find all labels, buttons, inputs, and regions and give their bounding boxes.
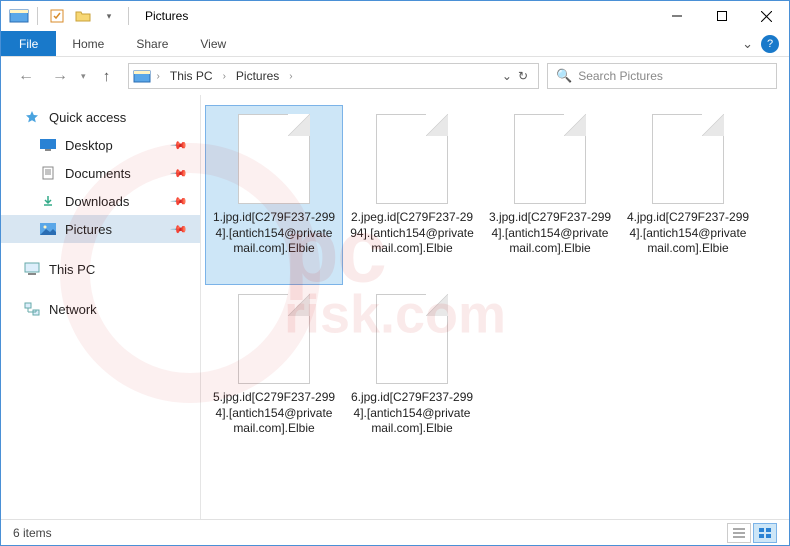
qat-newfolder-button[interactable] [72,5,94,27]
sidebar-item-downloads[interactable]: Downloads 📌 [1,187,200,215]
tab-home[interactable]: Home [56,31,120,56]
tab-share[interactable]: Share [120,31,184,56]
file-item[interactable]: 2.jpeg.id[C279F237-2994].[antich154@priv… [343,105,481,285]
close-button[interactable] [744,1,789,31]
file-icon [238,294,310,384]
app-icon [9,8,29,24]
desktop-icon [39,137,57,153]
file-name: 2.jpeg.id[C279F237-2994].[antich154@priv… [350,210,474,257]
forward-button[interactable]: → [47,63,73,89]
pin-icon: 📌 [170,164,189,183]
pin-icon: 📌 [170,136,189,155]
status-bar: 6 items [1,519,789,545]
sidebar-quick-access[interactable]: Quick access [1,103,200,131]
help-button[interactable]: ? [761,35,779,53]
sidebar-item-label: Network [49,302,97,317]
search-icon: 🔍 [556,68,572,84]
chevron-right-icon[interactable]: › [155,71,162,82]
sidebar-item-label: Quick access [49,110,126,125]
sidebar-network[interactable]: Network [1,295,200,323]
nav-toolbar: ← → ▾ ↑ › This PC › Pictures › ⌄ ↻ 🔍 Sea… [1,57,789,95]
up-button[interactable]: ↑ [94,63,120,89]
file-name: 1.jpg.id[C279F237-2994].[antich154@priva… [212,210,336,257]
chevron-right-icon[interactable]: › [221,71,228,82]
sidebar-item-label: Pictures [65,222,112,237]
breadcrumb-pictures[interactable]: Pictures [232,69,283,83]
network-icon [23,301,41,317]
file-name: 4.jpg.id[C279F237-2994].[antich154@priva… [626,210,750,257]
sidebar-item-label: Desktop [65,138,113,153]
file-icon [376,294,448,384]
file-icon [376,114,448,204]
file-icon [514,114,586,204]
minimize-button[interactable] [654,1,699,31]
sidebar-item-desktop[interactable]: Desktop 📌 [1,131,200,159]
sidebar-item-label: Documents [65,166,131,181]
search-input[interactable]: 🔍 Search Pictures [547,63,777,89]
pin-icon: 📌 [170,220,189,239]
maximize-button[interactable] [699,1,744,31]
computer-icon [23,261,41,277]
explorer-window: ▾ Pictures File Home Share View ⌄ ? ← → … [0,0,790,546]
star-icon [23,109,41,125]
downloads-icon [39,193,57,209]
chevron-right-icon[interactable]: › [287,71,294,82]
history-dropdown[interactable]: ▾ [81,71,86,82]
pictures-icon [39,221,57,237]
details-view-button[interactable] [727,523,751,543]
sidebar-item-label: Downloads [65,194,129,209]
tab-view[interactable]: View [184,31,242,56]
address-dropdown-icon[interactable]: ⌄ [502,69,512,83]
file-item[interactable]: 6.jpg.id[C279F237-2994].[antich154@priva… [343,285,481,465]
location-icon [133,69,151,83]
file-item[interactable]: 3.jpg.id[C279F237-2994].[antich154@priva… [481,105,619,285]
breadcrumb-thispc[interactable]: This PC [166,69,217,83]
back-button[interactable]: ← [13,63,39,89]
item-count: 6 items [13,526,52,540]
titlebar: ▾ Pictures [1,1,789,31]
sidebar-this-pc[interactable]: This PC [1,255,200,283]
search-placeholder: Search Pictures [578,69,663,83]
icons-view-button[interactable] [753,523,777,543]
file-icon [238,114,310,204]
pin-icon: 📌 [170,192,189,211]
file-item[interactable]: 5.jpg.id[C279F237-2994].[antich154@priva… [205,285,343,465]
navigation-pane: Quick access Desktop 📌 Documents 📌 Downl… [1,95,201,519]
documents-icon [39,165,57,181]
refresh-button[interactable]: ↻ [518,69,528,83]
file-tab[interactable]: File [1,31,56,56]
file-icon [652,114,724,204]
window-title: Pictures [145,9,188,23]
ribbon-expand-icon[interactable]: ⌄ [742,36,753,52]
file-list[interactable]: 1.jpg.id[C279F237-2994].[antich154@priva… [201,95,789,519]
file-name: 5.jpg.id[C279F237-2994].[antich154@priva… [212,390,336,437]
qat-customize-dropdown[interactable]: ▾ [98,5,120,27]
file-item[interactable]: 1.jpg.id[C279F237-2994].[antich154@priva… [205,105,343,285]
ribbon-tabs: File Home Share View ⌄ ? [1,31,789,57]
address-bar[interactable]: › This PC › Pictures › ⌄ ↻ [128,63,539,89]
file-name: 3.jpg.id[C279F237-2994].[antich154@priva… [488,210,612,257]
sidebar-item-documents[interactable]: Documents 📌 [1,159,200,187]
file-name: 6.jpg.id[C279F237-2994].[antich154@priva… [350,390,474,437]
sidebar-item-pictures[interactable]: Pictures 📌 [1,215,200,243]
file-item[interactable]: 4.jpg.id[C279F237-2994].[antich154@priva… [619,105,757,285]
sidebar-item-label: This PC [49,262,95,277]
qat-properties-button[interactable] [46,5,68,27]
